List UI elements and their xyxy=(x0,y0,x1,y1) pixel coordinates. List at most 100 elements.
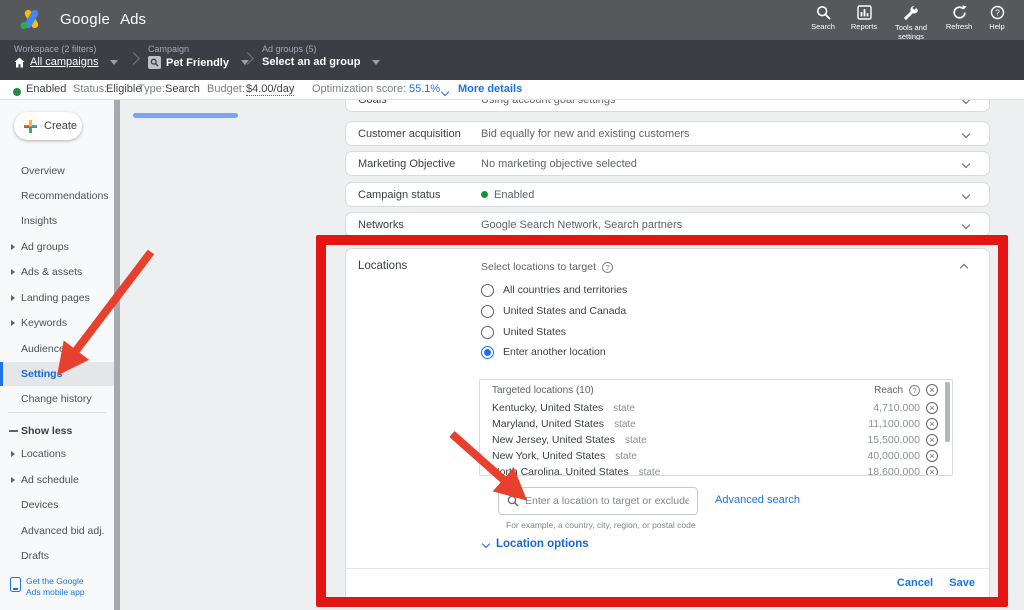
save-button[interactable]: Save xyxy=(949,577,975,589)
optimization-value: 55.1% xyxy=(409,83,440,95)
help-circle-icon[interactable]: ? xyxy=(602,262,613,273)
svg-text:?: ? xyxy=(995,8,1000,18)
adgroup-value: Select an ad group xyxy=(262,56,360,68)
location-options-toggle[interactable]: Location options xyxy=(483,538,589,550)
tools-settings-label: Tools and settings xyxy=(889,23,933,41)
chevron-down-icon xyxy=(962,159,970,167)
remove-location-icon[interactable]: × xyxy=(926,418,938,430)
sidebar-item-insights[interactable]: Insights xyxy=(0,211,114,231)
settings-row-customer-acquisition[interactable]: Customer acquisition Bid equally for new… xyxy=(345,121,990,146)
type-value: Search xyxy=(165,83,200,95)
more-details-link[interactable]: More details xyxy=(458,83,522,95)
enabled-dot-icon xyxy=(481,191,488,198)
remove-location-icon[interactable]: × xyxy=(926,450,938,462)
logo-brand-text: Google xyxy=(60,11,110,28)
refresh-button[interactable]: Refresh xyxy=(937,5,981,31)
advanced-search-link[interactable]: Advanced search xyxy=(715,494,800,506)
settings-row-networks[interactable]: Networks Google Search Network, Search p… xyxy=(345,212,990,237)
table-row: New York, United Statesstate 40,000,000 … xyxy=(480,448,952,464)
remove-location-icon[interactable]: × xyxy=(926,402,938,414)
notifications-button-partial[interactable]: N xyxy=(1014,5,1024,31)
breadcrumb-campaign[interactable]: Campaign Pet Friendly xyxy=(148,44,249,69)
sidebar-item-keywords[interactable]: Keywords xyxy=(0,313,114,333)
dash-icon xyxy=(9,430,18,432)
create-label: Create xyxy=(44,120,77,132)
remove-location-icon[interactable]: × xyxy=(926,466,938,476)
chevron-down-icon xyxy=(110,60,118,65)
logo-product-text: Ads xyxy=(120,11,146,28)
radio-icon xyxy=(481,326,494,339)
sidebar-item-audiences[interactable]: Audiences xyxy=(0,339,114,359)
help-circle-icon[interactable]: ? xyxy=(909,385,920,396)
remove-location-icon[interactable]: × xyxy=(926,434,938,446)
radio-united-states[interactable]: United States xyxy=(481,325,566,339)
budget-value[interactable]: $4.00/day xyxy=(246,83,294,96)
search-label: Search xyxy=(811,22,835,31)
sidebar-item-settings[interactable]: Settings xyxy=(0,364,114,384)
phone-icon xyxy=(10,577,21,592)
campaign-category-label: Campaign xyxy=(148,44,249,54)
sidebar-item-ad-schedule[interactable]: Ad schedule xyxy=(0,470,114,490)
expand-arrow-icon xyxy=(11,244,15,250)
breadcrumb-scroll-indicator[interactable] xyxy=(133,113,238,118)
radio-enter-another-location[interactable]: Enter another location xyxy=(481,345,606,359)
sidebar-item-ad-groups[interactable]: Ad groups xyxy=(0,237,114,257)
budget-label: Budget: xyxy=(207,83,245,95)
location-search-input[interactable] xyxy=(525,495,689,507)
location-search-box[interactable] xyxy=(498,487,698,515)
locations-panel: Locations Select locations to target ? A… xyxy=(345,248,990,602)
chevron-down-icon xyxy=(962,129,970,137)
workspace-value: All campaigns xyxy=(30,56,98,68)
cancel-button[interactable]: Cancel xyxy=(897,577,933,589)
google-ads-logo[interactable]: Google Ads xyxy=(18,7,146,31)
search-hint-text: For example, a country, city, region, or… xyxy=(506,520,696,530)
targeted-locations-header: Targeted locations (10) Reach ? × xyxy=(480,380,952,400)
adgroup-category-label: Ad groups (5) xyxy=(262,44,380,54)
help-label: Help xyxy=(989,22,1004,31)
help-button[interactable]: ? Help xyxy=(981,5,1013,31)
collapse-chevron-icon[interactable] xyxy=(960,264,968,272)
tools-settings-button[interactable]: Tools and settings xyxy=(885,5,937,41)
reports-button[interactable]: Reports xyxy=(842,5,886,31)
sidebar-item-recommendations[interactable]: Recommendations xyxy=(0,186,114,206)
settings-row-marketing-objective[interactable]: Marketing Objective No marketing objecti… xyxy=(345,151,990,176)
sidebar-item-devices[interactable]: Devices xyxy=(0,495,114,515)
more-details-chevron-icon xyxy=(442,86,448,98)
search-icon xyxy=(816,5,831,20)
search-button[interactable]: Search xyxy=(801,5,845,31)
workspace-category-label: Workspace (2 filters) xyxy=(14,44,118,54)
campaign-status-bar: Enabled Status: Eligible Type: Search Bu… xyxy=(0,80,1024,100)
enabled-dot-icon xyxy=(13,87,21,99)
create-button[interactable]: Create xyxy=(14,112,82,140)
table-scrollbar[interactable] xyxy=(945,382,950,442)
sidebar-scrollbar[interactable] xyxy=(114,100,120,610)
ads-triangle-icon xyxy=(18,7,44,31)
settings-row-goals[interactable]: Goals Using account goal settings xyxy=(345,100,990,112)
breadcrumb-workspace[interactable]: Workspace (2 filters) All campaigns xyxy=(14,44,118,68)
sidebar-item-overview[interactable]: Overview xyxy=(0,161,114,181)
radio-all-countries[interactable]: All countries and territories xyxy=(481,283,627,297)
sidebar-item-landing-pages[interactable]: Landing pages xyxy=(0,288,114,308)
type-label: Type: xyxy=(138,83,165,95)
reports-label: Reports xyxy=(851,22,877,31)
optimization-label: Optimization score: xyxy=(312,83,406,95)
breadcrumb-adgroup[interactable]: Ad groups (5) Select an ad group xyxy=(262,44,380,68)
reports-icon xyxy=(857,5,872,20)
mobile-app-promo-link[interactable]: Get the Google Ads mobile app xyxy=(10,576,98,597)
sidebar-item-drafts[interactable]: Drafts xyxy=(0,546,114,566)
sidebar-item-locations[interactable]: Locations xyxy=(0,444,114,464)
sidebar-item-ads-assets[interactable]: Ads & assets xyxy=(0,262,114,282)
settings-content-area: Goals Using account goal settings Custom… xyxy=(120,100,1024,610)
refresh-label: Refresh xyxy=(946,22,972,31)
table-row: North Carolina, United Statesstate 18,60… xyxy=(480,464,952,476)
search-icon xyxy=(507,495,519,507)
table-row: Kentucky, United Statesstate 4,710,000 × xyxy=(480,400,952,416)
reach-header: Reach xyxy=(874,385,903,396)
sidebar-item-change-history[interactable]: Change history xyxy=(0,389,114,409)
status-value: Eligible xyxy=(106,83,141,95)
radio-us-canada[interactable]: United States and Canada xyxy=(481,304,626,318)
sidebar-item-advanced-bid-adj[interactable]: Advanced bid adj. xyxy=(0,521,114,541)
sidebar-show-less[interactable]: Show less xyxy=(0,421,114,441)
settings-row-campaign-status[interactable]: Campaign status Enabled xyxy=(345,182,990,207)
remove-all-icon[interactable]: × xyxy=(926,384,938,396)
